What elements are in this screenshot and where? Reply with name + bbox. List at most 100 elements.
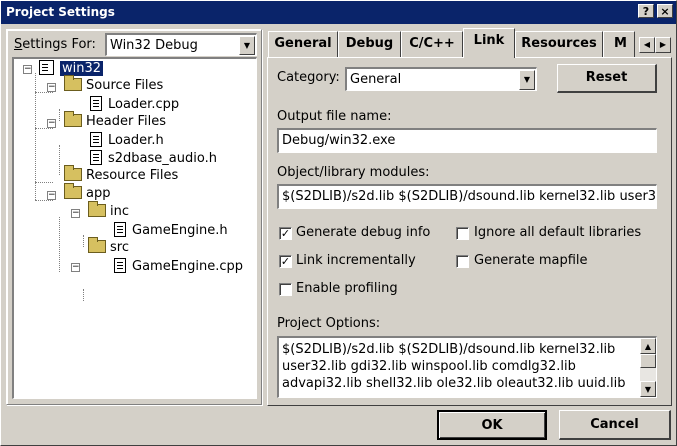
debug-info-label[interactable]: Generate debug info — [296, 225, 430, 240]
tab-general[interactable]: General — [268, 31, 338, 57]
tree-item-gameengine-h[interactable]: GameEngine.h — [114, 222, 228, 238]
tree-item-label: inc — [110, 204, 129, 219]
tree-item-label: Loader.h — [108, 133, 164, 148]
tree-item-src[interactable]: src — [88, 237, 129, 255]
tree-item-root[interactable]: win32 — [39, 60, 104, 76]
modules-label: Object/library modules: — [277, 165, 430, 180]
project-settings-dialog: Project Settings ? × Settings For: Win32… — [0, 0, 677, 446]
tree-item-label: win32 — [60, 61, 104, 76]
folder-open-icon — [64, 75, 82, 91]
tree-item-label: GameEngine.cpp — [132, 259, 244, 274]
modules-input[interactable]: $(S2DLIB)/s2d.lib $(S2DLIB)/dsound.lib k… — [277, 184, 657, 209]
chevron-down-icon: ▼ — [523, 75, 531, 84]
config-select-value: Win32 Debug — [110, 38, 198, 53]
ok-button[interactable]: OK — [437, 410, 547, 440]
tree-line — [35, 92, 53, 93]
ignore-libs-label[interactable]: Ignore all default libraries — [474, 225, 641, 240]
header-file-icon — [114, 222, 126, 237]
category-select[interactable]: General ▼ — [345, 67, 537, 91]
scroll-down-button[interactable]: ▼ — [640, 381, 656, 397]
link-incrementally-label[interactable]: Link incrementally — [296, 253, 416, 268]
tree-item-app[interactable]: app — [64, 183, 110, 201]
folder-icon — [64, 165, 82, 181]
tree-item-header-files[interactable]: Header Files — [64, 111, 166, 129]
folder-open-icon — [88, 237, 106, 253]
chevron-left-icon: ◀ — [643, 40, 651, 49]
config-select[interactable]: Win32 Debug ▼ — [105, 33, 257, 56]
arrow-down-icon: ▼ — [644, 385, 652, 394]
help-button[interactable]: ? — [638, 4, 654, 18]
tree-item-label: src — [110, 240, 129, 255]
project-options-scrollbar[interactable]: ▲ ▼ — [640, 338, 656, 397]
source-file-icon — [90, 96, 102, 111]
collapse-icon[interactable]: − — [23, 65, 32, 74]
folder-open-icon — [64, 183, 82, 199]
tree-line — [35, 200, 53, 201]
profiling-label[interactable]: Enable profiling — [296, 281, 398, 296]
title-bar[interactable]: Project Settings ? × — [1, 1, 676, 24]
tree-item-label: Loader.cpp — [108, 97, 180, 112]
tree-line — [35, 182, 53, 183]
mapfile-checkbox[interactable] — [456, 255, 469, 268]
tab-scroll-right-button[interactable]: ▶ — [655, 37, 671, 53]
output-file-input[interactable]: Debug/win32.exe — [277, 128, 657, 153]
project-tree[interactable]: − win32 − Source Files Loader.cpp − Head… — [12, 57, 257, 399]
header-file-icon — [90, 132, 102, 147]
project-options-line: user32.lib gdi32.lib winspool.lib comdlg… — [282, 359, 576, 374]
scroll-up-button[interactable]: ▲ — [640, 338, 656, 354]
tree-line — [83, 289, 84, 301]
output-file-label: Output file name: — [277, 109, 392, 124]
folder-open-icon — [88, 201, 106, 217]
collapse-icon[interactable]: − — [47, 191, 56, 200]
tree-item-label: GameEngine.h — [132, 223, 228, 238]
tree-item-inc[interactable]: inc — [88, 201, 129, 219]
category-dropdown-button[interactable]: ▼ — [519, 70, 535, 90]
tree-line — [59, 217, 60, 272]
category-select-value: General — [350, 72, 402, 87]
settings-for-label: Settings For: — [14, 37, 96, 52]
project-options-label: Project Options: — [277, 316, 381, 331]
collapse-icon[interactable]: − — [47, 83, 56, 92]
cancel-button[interactable]: Cancel — [559, 410, 671, 440]
project-options-line: advapi32.lib shell32.lib ole32.lib oleau… — [282, 376, 626, 391]
tab-c-cpp[interactable]: C/C++ — [401, 31, 463, 57]
tab-more[interactable]: M — [603, 31, 635, 57]
chevron-right-icon: ▶ — [659, 40, 667, 49]
tree-item-gameengine-cpp[interactable]: GameEngine.cpp — [114, 258, 243, 274]
ignore-libs-checkbox[interactable] — [456, 227, 469, 240]
left-panel: Settings For: Win32 Debug ▼ − win32 − So… — [6, 29, 262, 405]
tree-item-loader-h[interactable]: Loader.h — [90, 132, 164, 148]
project-options-textarea[interactable]: $(S2DLIB)/s2d.lib $(S2DLIB)/dsound.lib k… — [277, 336, 657, 398]
tree-item-source-files[interactable]: Source Files — [64, 75, 164, 93]
mapfile-label[interactable]: Generate mapfile — [474, 253, 588, 268]
link-incrementally-checkbox[interactable]: ✓ — [279, 255, 292, 268]
tab-link[interactable]: Link — [463, 28, 515, 58]
collapse-icon[interactable]: − — [71, 209, 80, 218]
tab-debug[interactable]: Debug — [338, 31, 401, 57]
collapse-icon[interactable]: − — [71, 263, 80, 272]
folder-open-icon — [64, 111, 82, 127]
scroll-thumb[interactable] — [640, 354, 656, 368]
close-button[interactable]: × — [657, 4, 673, 18]
config-dropdown-button[interactable]: ▼ — [239, 36, 255, 55]
chevron-down-icon: ▼ — [243, 41, 251, 50]
link-tab-content: Category: General ▼ Reset Output file na… — [267, 57, 672, 406]
arrow-up-icon: ▲ — [644, 342, 652, 351]
category-label: Category: — [277, 70, 340, 85]
tree-item-resource-files[interactable]: Resource Files — [64, 165, 179, 183]
tab-scroll-left-button[interactable]: ◀ — [639, 37, 655, 53]
source-file-icon — [114, 258, 126, 273]
tree-item-label: Source Files — [86, 78, 164, 93]
collapse-icon[interactable]: − — [47, 119, 56, 128]
debug-info-checkbox[interactable]: ✓ — [279, 227, 292, 240]
tree-item-label: Resource Files — [86, 168, 179, 183]
tree-item-s2dbase-audio-h[interactable]: s2dbase_audio.h — [90, 150, 217, 166]
tree-item-label: s2dbase_audio.h — [108, 151, 217, 166]
profiling-checkbox[interactable] — [279, 283, 292, 296]
tree-item-loader-cpp[interactable]: Loader.cpp — [90, 96, 179, 112]
project-icon — [39, 60, 54, 75]
reset-button[interactable]: Reset — [557, 64, 657, 93]
project-options-text: $(S2DLIB)/s2d.lib $(S2DLIB)/dsound.lib k… — [282, 341, 625, 392]
header-file-icon — [90, 150, 102, 165]
tab-resources[interactable]: Resources — [515, 31, 603, 57]
